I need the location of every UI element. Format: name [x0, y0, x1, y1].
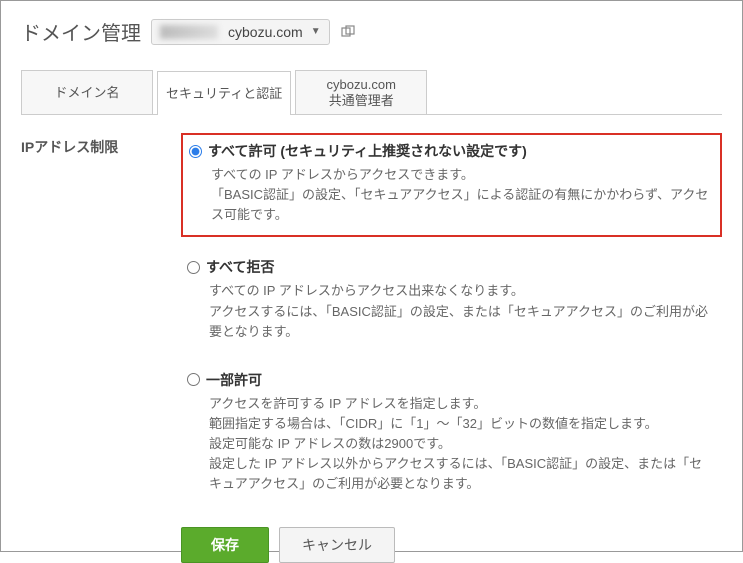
button-row: 保存 キャンセル [181, 527, 722, 563]
page-title: ドメイン管理 [21, 17, 141, 46]
radio-partial[interactable] [187, 373, 200, 386]
option-label: すべて拒否 [206, 257, 274, 277]
desc-line: すべての IP アドレスからアクセス出来なくなります。 [209, 281, 714, 301]
tabs: ドメイン名 セキュリティと認証 cybozu.com 共通管理者 [21, 70, 722, 115]
desc-line: アクセスするには、「BASIC認証」の設定、または「セキュアアクセス」のご利用が… [209, 302, 714, 342]
option-allow-all-head[interactable]: すべて許可 (セキュリティ上推奨されない設定です) [189, 141, 710, 161]
option-label: すべて許可 (セキュリティ上推奨されない設定です) [208, 141, 527, 161]
domain-masked-prefix [160, 25, 218, 39]
header: ドメイン管理 cybozu.com ▼ [21, 17, 722, 46]
radio-allow-all[interactable] [189, 145, 202, 158]
tab-label-line1: cybozu.com [304, 77, 418, 93]
option-deny-all: すべて拒否 すべての IP アドレスからアクセス出来なくなります。 アクセスする… [181, 251, 722, 349]
option-label: 一部許可 [206, 370, 262, 390]
cancel-button[interactable]: キャンセル [279, 527, 395, 563]
tab-label: ドメイン名 [30, 85, 144, 101]
desc-line: 設定した IP アドレス以外からアクセスするには、「BASIC認証」の設定、また… [209, 454, 714, 494]
tab-domain-name[interactable]: ドメイン名 [21, 70, 153, 114]
option-allow-all: すべて許可 (セキュリティ上推奨されない設定です) すべての IP アドレスから… [181, 133, 722, 237]
popup-window-icon[interactable] [340, 24, 356, 40]
option-allow-all-desc: すべての IP アドレスからアクセスできます。 「BASIC認証」の設定、「セキ… [211, 165, 710, 225]
page-container: ドメイン管理 cybozu.com ▼ ドメイン名 セキュリティと認証 cybo… [0, 0, 743, 552]
section-label: IPアドレス制限 [21, 133, 181, 157]
option-deny-all-desc: すべての IP アドレスからアクセス出来なくなります。 アクセスするには、「BA… [209, 281, 714, 341]
option-deny-all-head[interactable]: すべて拒否 [187, 257, 714, 277]
tab-label: セキュリティと認証 [166, 86, 282, 102]
tab-security-auth[interactable]: セキュリティと認証 [157, 71, 291, 115]
desc-line: アクセスを許可する IP アドレスを指定します。 [209, 394, 714, 414]
option-partial-head[interactable]: 一部許可 [187, 370, 714, 390]
radio-deny-all[interactable] [187, 261, 200, 274]
option-partial-desc: アクセスを許可する IP アドレスを指定します。 範囲指定する場合は、「CIDR… [209, 394, 714, 495]
desc-line: すべての IP アドレスからアクセスできます。 [211, 165, 710, 185]
chevron-down-icon: ▼ [311, 26, 321, 37]
desc-line: 「BASIC認証」の設定、「セキュアアクセス」による認証の有無にかかわらず、アク… [211, 185, 710, 225]
desc-line: 範囲指定する場合は、「CIDR」に「1」～「32」ビットの数値を指定します。 [209, 414, 714, 434]
ip-restriction-options: すべて許可 (セキュリティ上推奨されない設定です) すべての IP アドレスから… [181, 133, 722, 517]
desc-line: 設定可能な IP アドレスの数は2900です。 [209, 434, 714, 454]
domain-dropdown[interactable]: cybozu.com ▼ [151, 19, 330, 45]
save-button[interactable]: 保存 [181, 527, 269, 563]
option-partial: 一部許可 アクセスを許可する IP アドレスを指定します。 範囲指定する場合は、… [181, 364, 722, 503]
content: IPアドレス制限 すべて許可 (セキュリティ上推奨されない設定です) すべての … [21, 133, 722, 517]
tab-common-admin[interactable]: cybozu.com 共通管理者 [295, 70, 427, 114]
tab-label-line2: 共通管理者 [304, 93, 418, 109]
domain-suffix: cybozu.com [228, 24, 303, 40]
